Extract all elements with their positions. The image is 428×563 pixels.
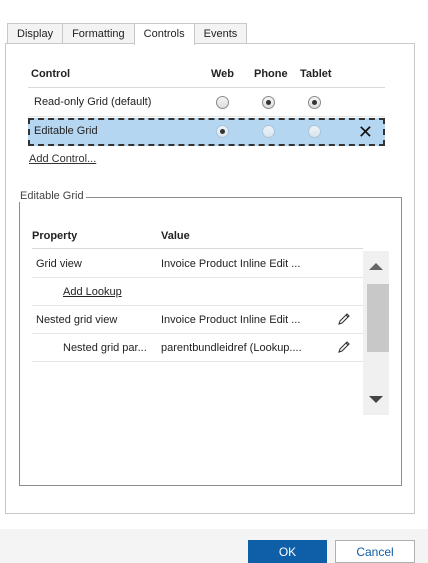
table-row[interactable]: Grid view Invoice Product Inline Edit ..… [32,250,363,278]
tab-formatting[interactable]: Formatting [62,23,135,44]
controls-table-header: Control Web Phone Tablet [28,66,385,88]
scroll-down-icon[interactable] [369,396,383,403]
property-value: Invoice Product Inline Edit ... [161,258,301,270]
table-row: Add Lookup [32,278,363,306]
control-name: Read-only Grid (default) [34,96,152,108]
control-row-readonly-grid[interactable]: Read-only Grid (default) [28,89,385,117]
pencil-icon[interactable] [337,340,351,354]
property-column-header: Property [32,230,78,242]
table-row[interactable]: Nested grid par... parentbundleidref (Lo… [32,334,363,362]
control-column-header: Control [31,68,71,80]
value-column-header: Value [161,230,190,242]
tab-controls[interactable]: Controls [133,23,195,45]
close-icon[interactable]: ✕ [358,122,373,142]
tablet-radio[interactable] [308,125,321,138]
controls-panel: Control Web Phone Tablet Read-only Grid … [5,43,415,514]
add-lookup-link[interactable]: Add Lookup [63,286,122,298]
control-name: Editable Grid [34,125,98,137]
web-radio[interactable] [216,125,229,138]
properties-grid: Property Value Grid view Invoice Product… [32,222,363,415]
phone-radio[interactable] [262,96,275,109]
property-name: Grid view [36,258,82,270]
property-name: Nested grid par... [63,342,147,354]
web-radio[interactable] [216,96,229,109]
tablet-radio[interactable] [308,96,321,109]
property-name: Nested grid view [36,314,118,326]
add-control-link[interactable]: Add Control... [29,153,96,165]
tablet-column-header: Tablet [300,68,332,80]
pencil-icon[interactable] [337,312,351,326]
scroll-up-icon[interactable] [369,263,383,270]
control-row-editable-grid[interactable]: Editable Grid ✕ [28,118,385,146]
web-column-header: Web [211,68,235,80]
editable-grid-legend: Editable Grid [18,190,86,202]
tab-display[interactable]: Display [7,23,64,44]
tab-strip: Display Formatting Controls Events [7,23,248,45]
ok-button[interactable]: OK [248,540,327,563]
property-value: Invoice Product Inline Edit ... [161,314,301,326]
cancel-button[interactable]: Cancel [335,540,415,563]
table-row[interactable]: Nested grid view Invoice Product Inline … [32,306,363,334]
properties-grid-header: Property Value [32,222,363,249]
phone-column-header: Phone [254,68,288,80]
grid-scrollbar[interactable] [363,251,389,415]
phone-radio[interactable] [262,125,275,138]
scrollbar-thumb[interactable] [367,284,389,352]
tab-events[interactable]: Events [193,23,248,44]
property-value: parentbundleidref (Lookup.... [161,342,302,354]
